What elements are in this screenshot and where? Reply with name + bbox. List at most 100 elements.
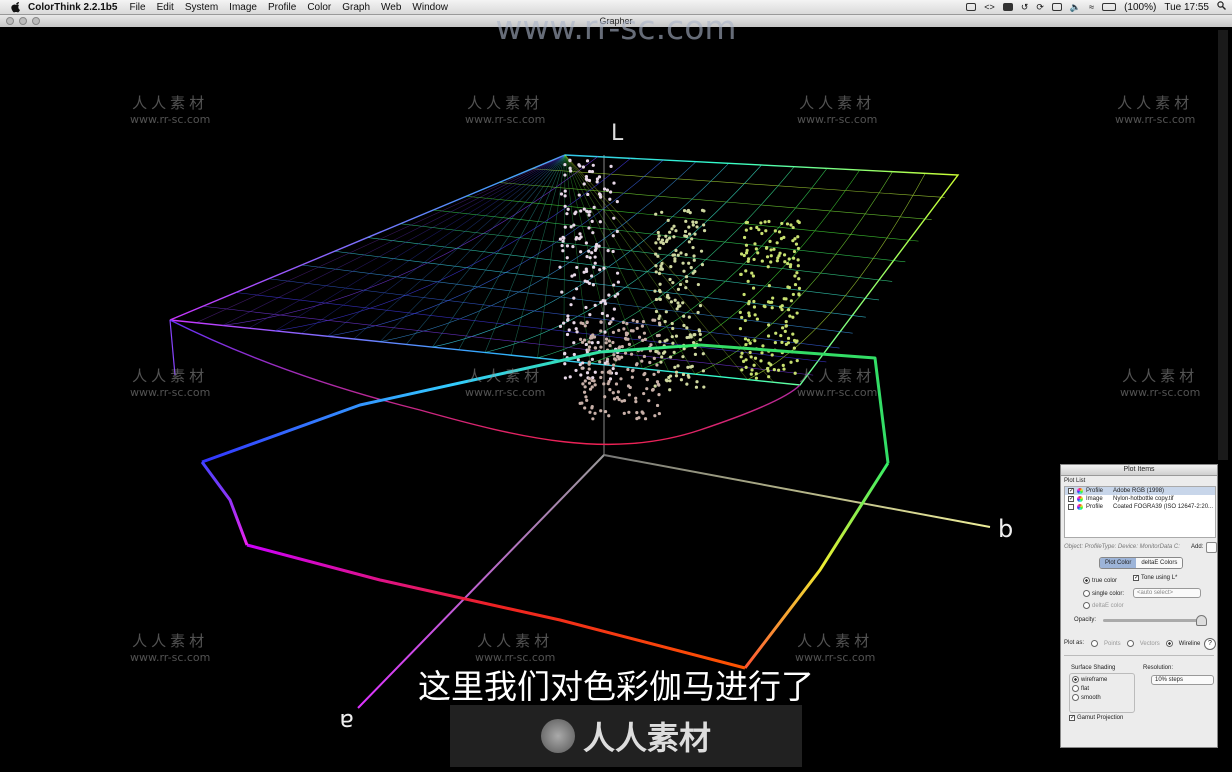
image-color-point: [575, 330, 579, 334]
image-color-point: [563, 163, 567, 167]
image-color-point: [590, 357, 594, 361]
vertical-scrollbar[interactable]: [1218, 30, 1228, 460]
image-color-point: [742, 253, 746, 258]
image-color-point: [793, 282, 798, 287]
single-color-option[interactable]: single color:: [1083, 590, 1124, 597]
deltae-color-option[interactable]: deltaE color: [1083, 602, 1124, 609]
image-color-point: [687, 315, 691, 319]
image-color-point: [616, 280, 620, 284]
image-icon: [1077, 496, 1083, 502]
item-checkbox[interactable]: ✓: [1068, 488, 1074, 494]
image-color-point: [670, 335, 674, 339]
l-axis-label: L: [611, 121, 624, 146]
image-color-point: [578, 337, 583, 341]
image-color-point: [558, 324, 563, 328]
image-color-point: [654, 241, 658, 245]
image-color-point: [628, 385, 632, 390]
image-color-point: [622, 327, 626, 331]
image-color-point: [693, 352, 698, 356]
image-color-point: [582, 390, 587, 394]
watermark: 人人素材www.rr-sc.com: [1115, 94, 1196, 126]
profile-icon: [1077, 504, 1083, 510]
vectors-radio[interactable]: [1126, 640, 1134, 647]
image-color-point: [791, 239, 795, 243]
true-color-radio[interactable]: [1083, 577, 1090, 584]
image-color-point: [587, 345, 592, 349]
image-color-point: [750, 368, 754, 372]
tab-plot-color[interactable]: Plot Color: [1100, 558, 1137, 568]
image-color-point: [567, 328, 571, 332]
image-color-point: [615, 200, 619, 204]
image-color-point: [785, 222, 790, 226]
opacity-slider-thumb[interactable]: [1196, 615, 1207, 626]
image-color-point: [691, 245, 695, 250]
image-color-point: [605, 314, 610, 318]
image-color-point: [784, 320, 788, 324]
image-color-point: [767, 375, 771, 379]
image-color-point: [738, 327, 743, 331]
image-color-point: [681, 372, 686, 377]
item-checkbox[interactable]: [1068, 504, 1074, 510]
plot-list-item[interactable]: ✓ Profile Adobe RGB (1998): [1065, 487, 1215, 495]
image-color-point: [560, 290, 564, 294]
help-button[interactable]: ?: [1204, 638, 1216, 650]
image-color-point: [663, 320, 667, 324]
image-color-point: [672, 350, 676, 354]
tone-using-option[interactable]: ✓ Tone using L*: [1133, 575, 1177, 581]
image-color-point: [782, 367, 786, 371]
image-color-point: [780, 307, 784, 312]
image-color-point: [598, 220, 602, 224]
mesh-line: [169, 154, 566, 321]
image-color-point: [777, 368, 781, 372]
add-popup-button[interactable]: [1206, 542, 1217, 553]
image-color-point: [752, 305, 757, 309]
deltae-color-radio[interactable]: [1083, 602, 1090, 609]
single-color-select[interactable]: <auto select>: [1133, 588, 1201, 598]
tab-deltae-colors[interactable]: deltaE Colors: [1136, 558, 1183, 568]
image-color-point: [669, 300, 673, 304]
true-color-option[interactable]: true color: [1083, 577, 1117, 584]
points-radio[interactable]: [1091, 640, 1098, 647]
gamut-projection-checkbox[interactable]: ✓: [1069, 715, 1075, 721]
single-color-radio[interactable]: [1083, 590, 1090, 597]
image-color-point: [796, 258, 800, 262]
image-color-point: [670, 321, 674, 326]
image-color-point: [563, 189, 567, 193]
image-color-point: [789, 223, 793, 227]
image-color-point: [591, 417, 595, 421]
image-color-point: [673, 298, 677, 302]
watermark: 人人素材www.rr-sc.com: [130, 367, 211, 399]
opacity-slider[interactable]: [1103, 619, 1203, 622]
gamut-projection-option[interactable]: ✓ Gamut Projection: [1069, 715, 1123, 721]
image-color-point: [641, 319, 646, 324]
tone-using-checkbox[interactable]: ✓: [1133, 575, 1139, 581]
image-color-point: [573, 212, 577, 216]
image-color-point: [756, 251, 760, 255]
wireline-radio[interactable]: [1165, 640, 1173, 647]
image-color-point: [739, 355, 743, 359]
image-color-point: [656, 370, 661, 374]
image-color-point: [595, 180, 599, 184]
image-color-point: [566, 207, 570, 211]
image-color-point: [584, 342, 588, 347]
image-color-point: [603, 330, 607, 334]
watermark: 人人素材www.rr-sc.com: [797, 94, 878, 126]
divider: [1064, 655, 1214, 656]
image-color-point: [701, 352, 705, 356]
image-color-point: [588, 256, 592, 260]
image-color-point: [603, 409, 608, 414]
image-color-point: [559, 192, 564, 196]
image-color-point: [584, 305, 588, 310]
item-checkbox[interactable]: ✓: [1068, 496, 1074, 502]
image-color-point: [593, 255, 597, 259]
image-color-point: [607, 414, 611, 418]
image-color-point: [587, 367, 591, 371]
plot-list-item[interactable]: Profile Coated FOGRA39 (ISO 12647-2:20..…: [1065, 503, 1215, 511]
plot-list-item[interactable]: ✓ Image Nylon-hotbottle copy.tif: [1065, 495, 1215, 503]
image-color-point: [616, 354, 620, 359]
image-color-point: [765, 255, 770, 259]
image-color-point: [577, 193, 581, 197]
image-color-point: [587, 376, 591, 381]
logo-icon: [540, 719, 575, 753]
image-color-point: [588, 313, 592, 317]
